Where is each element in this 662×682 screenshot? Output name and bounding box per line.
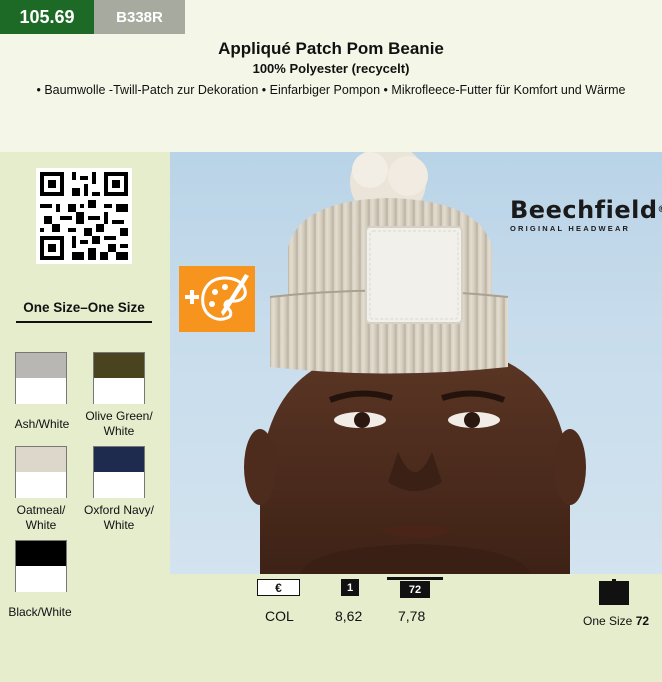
header-bar: 105.69 B338R: [0, 0, 185, 34]
swatch-top: [94, 447, 144, 472]
qr-code-icon[interactable]: [36, 168, 132, 264]
color-label-black-white: Black/White: [8, 605, 72, 619]
product-title: Appliqué Patch Pom Beanie: [218, 39, 444, 58]
euro-icon: €: [257, 579, 300, 596]
swatch-top: [16, 447, 66, 472]
color-label-ash-white: Ash/White: [14, 417, 70, 431]
color-label-olive-green-white: Olive Green/ White: [85, 409, 153, 438]
swatch-ash-white[interactable]: [15, 352, 67, 404]
brand-logo: Beechfield® ORIGINAL HEADWEAR: [510, 198, 662, 233]
swatch-bottom: [16, 378, 66, 404]
col-label: COL: [265, 608, 294, 624]
color-label-oatmeal-white: Oatmeal/ White: [16, 503, 66, 532]
swatch-bottom: [16, 566, 66, 592]
article-code: B338R: [94, 0, 185, 34]
palette-brush-icon: [185, 274, 249, 321]
swatch-olive-green-white[interactable]: [93, 352, 145, 404]
title-block: Appliqué Patch Pom Beanie 100% Polyester…: [0, 38, 662, 100]
carton-icon: [599, 579, 629, 605]
product-material: 100% Polyester (recycelt): [252, 61, 410, 76]
price-qty-1: 8,62: [335, 608, 363, 624]
quantity-72-icon: 72: [400, 581, 430, 598]
carton-quantity: 72: [635, 614, 650, 628]
page-number: 105.69: [0, 0, 94, 34]
swatch-black-white[interactable]: [15, 540, 67, 592]
brand-registered-mark: ®: [658, 205, 662, 215]
swatch-bottom: [94, 378, 144, 404]
brand-name: Beechfield®: [510, 198, 662, 222]
price-qty-72: 7,78: [398, 608, 426, 624]
swatch-top: [16, 541, 66, 566]
brand-name-text: Beechfield: [510, 196, 658, 224]
quantity-72-bar: [387, 577, 443, 580]
quantity-1-icon: 1: [341, 579, 359, 596]
swatch-bottom: [16, 472, 66, 498]
customize-badge[interactable]: [179, 266, 255, 332]
product-features: • Baumwolle -Twill-Patch zur Dekoration …: [36, 83, 626, 97]
color-label-oxford-navy-white: Oxford Navy/ White: [83, 503, 155, 532]
carton-info: One Size 72: [583, 614, 649, 628]
carton-size-label: One Size: [583, 614, 633, 628]
brand-tagline: ORIGINAL HEADWEAR: [510, 224, 631, 233]
swatch-bottom: [94, 472, 144, 498]
swatch-top: [94, 353, 144, 378]
swatch-oxford-navy-white[interactable]: [93, 446, 145, 498]
swatch-oatmeal-white[interactable]: [15, 446, 67, 498]
swatch-top: [16, 353, 66, 378]
size-heading: One Size–One Size: [16, 299, 152, 323]
